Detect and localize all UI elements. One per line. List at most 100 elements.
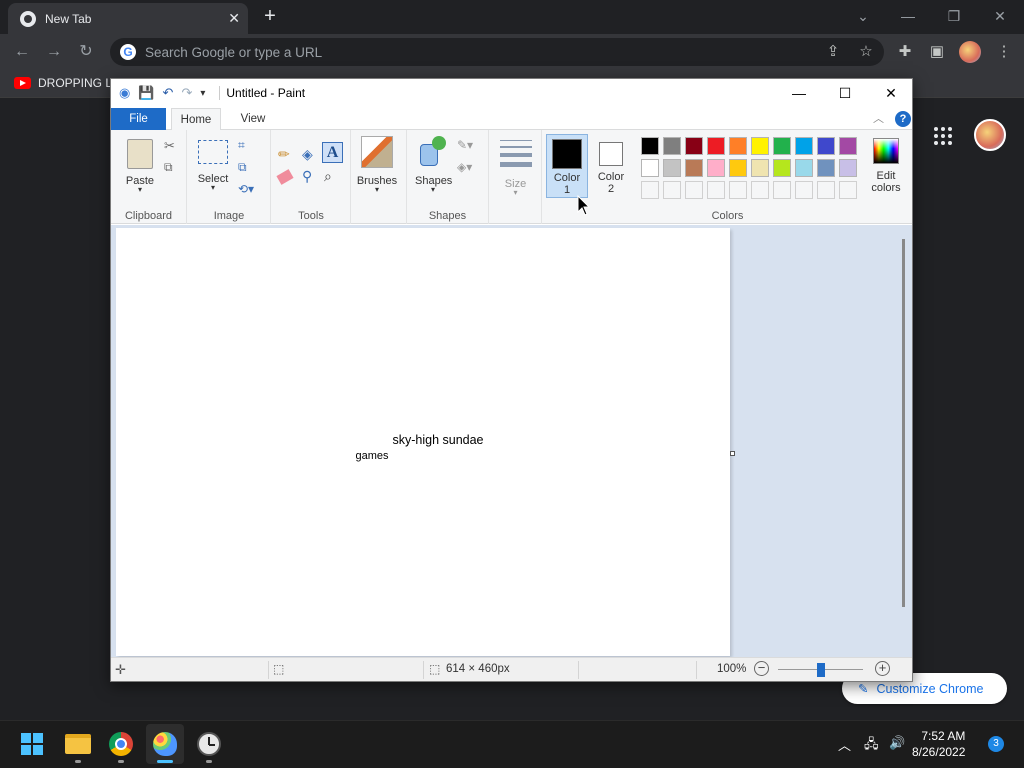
- palette-swatch[interactable]: [751, 159, 769, 177]
- tab-search-icon[interactable]: ⌄: [843, 4, 883, 28]
- palette-swatch[interactable]: [839, 137, 857, 155]
- paint-close-button[interactable]: ✕: [868, 79, 914, 107]
- palette-swatch[interactable]: [839, 159, 857, 177]
- paint-maximize-button[interactable]: ☐: [822, 79, 868, 107]
- start-button[interactable]: [21, 733, 43, 755]
- new-tab-button[interactable]: +: [258, 4, 282, 28]
- tab-home[interactable]: Home: [171, 108, 221, 131]
- forward-button[interactable]: →: [42, 40, 66, 64]
- undo-icon[interactable]: ↶: [163, 85, 174, 101]
- zoom-in-button[interactable]: +: [875, 661, 890, 676]
- palette-swatch[interactable]: [685, 137, 703, 155]
- palette-custom-slot[interactable]: [663, 181, 681, 199]
- palette-custom-slot[interactable]: [817, 181, 835, 199]
- close-window-button[interactable]: ✕: [980, 4, 1020, 28]
- resize-icon[interactable]: ⧉: [238, 160, 247, 175]
- palette-swatch[interactable]: [795, 137, 813, 155]
- color1-button[interactable]: Color 1: [546, 134, 588, 198]
- eraser-tool-icon[interactable]: [276, 169, 294, 185]
- edit-colors-button[interactable]: Edit colors: [866, 138, 906, 202]
- file-explorer-icon[interactable]: [63, 729, 93, 759]
- pencil-tool-icon[interactable]: ✏: [278, 146, 290, 163]
- palette-custom-slot[interactable]: [641, 181, 659, 199]
- minimize-button[interactable]: —: [888, 4, 928, 28]
- network-icon[interactable]: 🖧: [864, 735, 879, 757]
- extensions-icon[interactable]: ✚: [895, 42, 915, 62]
- bookmark-star-icon[interactable]: ☆: [856, 42, 876, 62]
- save-icon[interactable]: 💾: [138, 85, 154, 101]
- side-panel-icon[interactable]: ▣: [927, 42, 947, 62]
- redo-icon[interactable]: ↷: [181, 85, 192, 101]
- palette-swatch[interactable]: [641, 137, 659, 155]
- paint-window: ◉ 💾 ↶ ↷ ▾ Untitled - Paint — ☐ ✕ File Ho…: [110, 78, 913, 682]
- color2-button[interactable]: Color 2: [591, 134, 631, 198]
- menu-icon[interactable]: ⋮: [994, 42, 1014, 62]
- collapse-ribbon-icon[interactable]: ︿: [873, 110, 884, 126]
- cut-icon[interactable]: ✂: [164, 138, 175, 154]
- shapes-button[interactable]: Shapes ▾: [415, 136, 452, 198]
- palette-custom-slot[interactable]: [751, 181, 769, 199]
- quick-access-dropdown-icon[interactable]: ▾: [200, 88, 205, 99]
- paint-taskbar-icon[interactable]: [150, 729, 180, 759]
- brushes-button[interactable]: Brushes ▾: [353, 136, 401, 198]
- palette-swatch[interactable]: [663, 159, 681, 177]
- copy-icon[interactable]: ⧉: [164, 160, 173, 175]
- palette-custom-slot[interactable]: [729, 181, 747, 199]
- google-apps-icon[interactable]: [933, 126, 953, 146]
- palette-swatch[interactable]: [773, 137, 791, 155]
- clock-app-icon[interactable]: [194, 729, 224, 759]
- volume-icon[interactable]: 🔊: [889, 735, 905, 751]
- palette-swatch[interactable]: [817, 137, 835, 155]
- size-button[interactable]: Size ▾: [490, 130, 542, 224]
- drawing-canvas[interactable]: sky-high sundae games: [116, 228, 730, 656]
- notification-badge[interactable]: 3: [988, 736, 1004, 752]
- show-hidden-icons[interactable]: ︿: [838, 735, 851, 754]
- reload-button[interactable]: ↻: [74, 40, 98, 64]
- magnifier-icon[interactable]: ⌕: [324, 168, 332, 185]
- vertical-scrollbar[interactable]: [902, 239, 905, 607]
- tab-file[interactable]: File: [111, 108, 166, 130]
- paste-button[interactable]: Paste ▾: [122, 136, 158, 196]
- profile-avatar[interactable]: [959, 41, 981, 63]
- palette-custom-slot[interactable]: [839, 181, 857, 199]
- palette-swatch[interactable]: [663, 137, 681, 155]
- text-tool-icon[interactable]: A: [322, 142, 343, 163]
- outline-icon[interactable]: ✎▾: [457, 138, 473, 152]
- crop-icon[interactable]: ⌗: [238, 138, 245, 153]
- palette-custom-slot[interactable]: [773, 181, 791, 199]
- taskbar-clock[interactable]: 7:52 AM 8/26/2022: [912, 728, 965, 760]
- color-picker-icon[interactable]: ⚲: [302, 168, 312, 185]
- palette-custom-slot[interactable]: [685, 181, 703, 199]
- restore-button[interactable]: ❐: [934, 4, 974, 28]
- back-button[interactable]: ←: [10, 40, 34, 64]
- palette-swatch[interactable]: [817, 159, 835, 177]
- palette-swatch[interactable]: [707, 159, 725, 177]
- tab-view[interactable]: View: [233, 108, 273, 130]
- palette-swatch[interactable]: [729, 137, 747, 155]
- help-icon[interactable]: ?: [895, 111, 911, 127]
- close-tab-icon[interactable]: ✕: [228, 10, 240, 27]
- bookmark-item[interactable]: DROPPING LE: [14, 76, 120, 90]
- palette-custom-slot[interactable]: [707, 181, 725, 199]
- canvas-resize-handle[interactable]: [730, 451, 735, 456]
- palette-swatch[interactable]: [641, 159, 659, 177]
- share-icon[interactable]: ⇪: [823, 42, 843, 62]
- palette-swatch[interactable]: [751, 137, 769, 155]
- palette-swatch[interactable]: [795, 159, 813, 177]
- palette-custom-slot[interactable]: [795, 181, 813, 199]
- shape-fill-icon[interactable]: ◈▾: [457, 160, 472, 174]
- select-button[interactable]: Select ▾: [196, 140, 230, 198]
- ntp-profile-avatar[interactable]: [974, 119, 1006, 151]
- palette-swatch[interactable]: [773, 159, 791, 177]
- rotate-icon[interactable]: ⟲▾: [238, 182, 254, 196]
- fill-tool-icon[interactable]: ◈: [302, 146, 313, 163]
- chrome-taskbar-icon[interactable]: [106, 729, 136, 759]
- omnibox[interactable]: G Search Google or type a URL: [110, 38, 884, 66]
- zoom-out-button[interactable]: −: [754, 661, 769, 676]
- palette-swatch[interactable]: [729, 159, 747, 177]
- tab-new-tab[interactable]: New Tab ✕: [8, 3, 248, 34]
- zoom-slider-thumb[interactable]: [816, 663, 825, 677]
- paint-minimize-button[interactable]: —: [776, 79, 822, 107]
- palette-swatch[interactable]: [707, 137, 725, 155]
- palette-swatch[interactable]: [685, 159, 703, 177]
